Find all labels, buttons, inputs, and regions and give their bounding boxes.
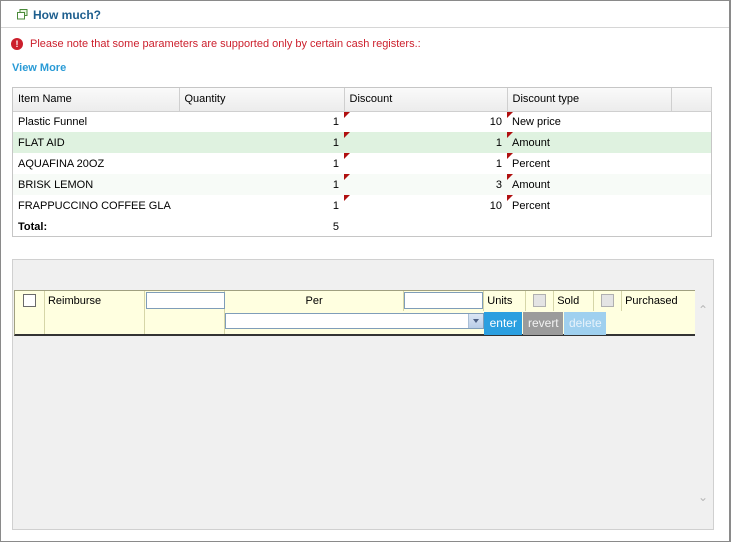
purchased-label-cell: Purchased bbox=[622, 291, 695, 311]
sold-checkbox[interactable] bbox=[533, 294, 547, 307]
table-row[interactable]: BRISK LEMON 1 3 Amount bbox=[13, 174, 711, 195]
per-input[interactable] bbox=[404, 292, 484, 309]
sold-label-cell: Sold bbox=[554, 291, 595, 311]
action-row: enter revert delete bbox=[14, 311, 695, 336]
column-header-quantity[interactable]: Quantity bbox=[179, 88, 345, 112]
cell-discount[interactable]: 10 bbox=[344, 111, 507, 132]
revert-button[interactable]: revert bbox=[523, 312, 564, 335]
table-row[interactable]: Plastic Funnel 1 10 New price bbox=[13, 111, 711, 132]
purchased-label: Purchased bbox=[625, 295, 678, 307]
cell-discount[interactable]: 10 bbox=[344, 195, 507, 216]
cell-item-name: AQUAFINA 20OZ bbox=[18, 157, 105, 170]
cell-extra bbox=[671, 174, 711, 195]
cell-quantity[interactable]: 1 bbox=[179, 132, 344, 153]
cell-item-name: BRISK LEMON bbox=[13, 174, 179, 195]
items-grid: Item Name Quantity Discount Discount typ… bbox=[12, 87, 712, 237]
row-checkbox[interactable] bbox=[23, 294, 36, 307]
buttons-cell: enter revert delete bbox=[484, 311, 695, 335]
enter-button[interactable]: enter bbox=[484, 312, 523, 335]
action-empty-cell bbox=[45, 311, 145, 334]
total-empty-cell bbox=[344, 216, 507, 237]
cell-discount[interactable]: 1 bbox=[344, 153, 507, 174]
cell-extra bbox=[671, 153, 711, 174]
reimburse-label: Reimburse bbox=[47, 295, 102, 307]
per-input-cell bbox=[404, 291, 485, 311]
scroll-down-icon[interactable]: ⌄ bbox=[698, 491, 708, 503]
page-title: How much? bbox=[33, 8, 101, 22]
sold-checkbox-cell bbox=[526, 291, 555, 311]
units-label-cell: Units bbox=[484, 291, 527, 311]
unit-select[interactable] bbox=[224, 313, 484, 329]
scroll-up-icon[interactable]: ⌃ bbox=[698, 304, 708, 316]
total-empty-cell bbox=[671, 216, 711, 237]
purchased-checkbox[interactable] bbox=[601, 294, 615, 307]
column-header-discount-type[interactable]: Discount type bbox=[507, 88, 672, 112]
cell-quantity[interactable]: 1 bbox=[179, 153, 344, 174]
cell-discount-type[interactable]: Amount bbox=[507, 174, 671, 195]
action-empty-cell bbox=[15, 311, 45, 334]
cell-item-name: FLAT AID bbox=[13, 132, 179, 153]
unit-select-cell bbox=[224, 311, 485, 334]
table-row[interactable]: FRAPPUCCINO COFFEE GLA 1 10 Percent bbox=[13, 195, 711, 216]
total-label: Total: bbox=[18, 220, 48, 233]
table-row[interactable]: AQUAFINA 20OZ 1 1 Percent bbox=[13, 153, 711, 174]
cell-discount[interactable]: 3 bbox=[344, 174, 507, 195]
cell-quantity[interactable]: 1 bbox=[179, 111, 344, 132]
alert-icon: ! bbox=[11, 38, 23, 50]
column-header-discount[interactable]: Discount bbox=[344, 88, 508, 112]
delete-button[interactable]: delete bbox=[564, 312, 607, 335]
purchased-checkbox-cell bbox=[594, 291, 623, 311]
column-header-extra bbox=[671, 88, 712, 112]
cell-extra bbox=[671, 132, 711, 153]
reimburse-panel: Reimburse Per Units Sold Purchased enter… bbox=[12, 259, 714, 530]
cell-discount-type[interactable]: Amount bbox=[507, 132, 671, 153]
view-more-link[interactable]: View More bbox=[12, 62, 66, 74]
reimburse-input[interactable] bbox=[145, 292, 225, 309]
cell-extra bbox=[671, 111, 711, 132]
total-empty-cell bbox=[507, 216, 671, 237]
cell-discount-type[interactable]: Percent bbox=[507, 195, 671, 216]
per-label: Per bbox=[305, 295, 323, 307]
action-empty-cell bbox=[145, 311, 225, 334]
cell-discount-type[interactable]: New price bbox=[507, 111, 671, 132]
column-header-item-name[interactable]: Item Name bbox=[13, 88, 180, 112]
select-all-cell bbox=[15, 291, 45, 311]
per-label-cell: Per bbox=[225, 291, 405, 311]
window-icon bbox=[17, 9, 28, 20]
total-row: Total: 5 bbox=[13, 216, 711, 237]
warning-text: Please note that some parameters are sup… bbox=[30, 38, 421, 50]
cell-item-name: Plastic Funnel bbox=[18, 115, 88, 128]
cell-quantity[interactable]: 1 bbox=[179, 195, 344, 216]
cell-quantity[interactable]: 1 bbox=[179, 174, 344, 195]
panel-header: How much? bbox=[1, 1, 729, 28]
cell-discount[interactable]: 1 bbox=[344, 132, 507, 153]
reimburse-form-row: Reimburse Per Units Sold Purchased bbox=[14, 290, 695, 311]
sold-label: Sold bbox=[557, 295, 580, 307]
units-label: Units bbox=[487, 295, 513, 307]
reimburse-label-cell: Reimburse bbox=[45, 291, 145, 311]
table-row[interactable]: FLAT AID 1 1 Amount bbox=[13, 132, 711, 153]
warning-message: ! Please note that some parameters are s… bbox=[11, 36, 421, 52]
cell-discount-type[interactable]: Percent bbox=[507, 153, 671, 174]
chevron-down-icon[interactable] bbox=[467, 314, 483, 328]
grid-header-row: Item Name Quantity Discount Discount typ… bbox=[13, 88, 712, 112]
total-quantity: 5 bbox=[332, 220, 339, 233]
cell-item-name: FRAPPUCCINO COFFEE GLA bbox=[18, 199, 171, 212]
reimburse-input-cell bbox=[145, 291, 225, 311]
cell-extra bbox=[671, 195, 711, 216]
